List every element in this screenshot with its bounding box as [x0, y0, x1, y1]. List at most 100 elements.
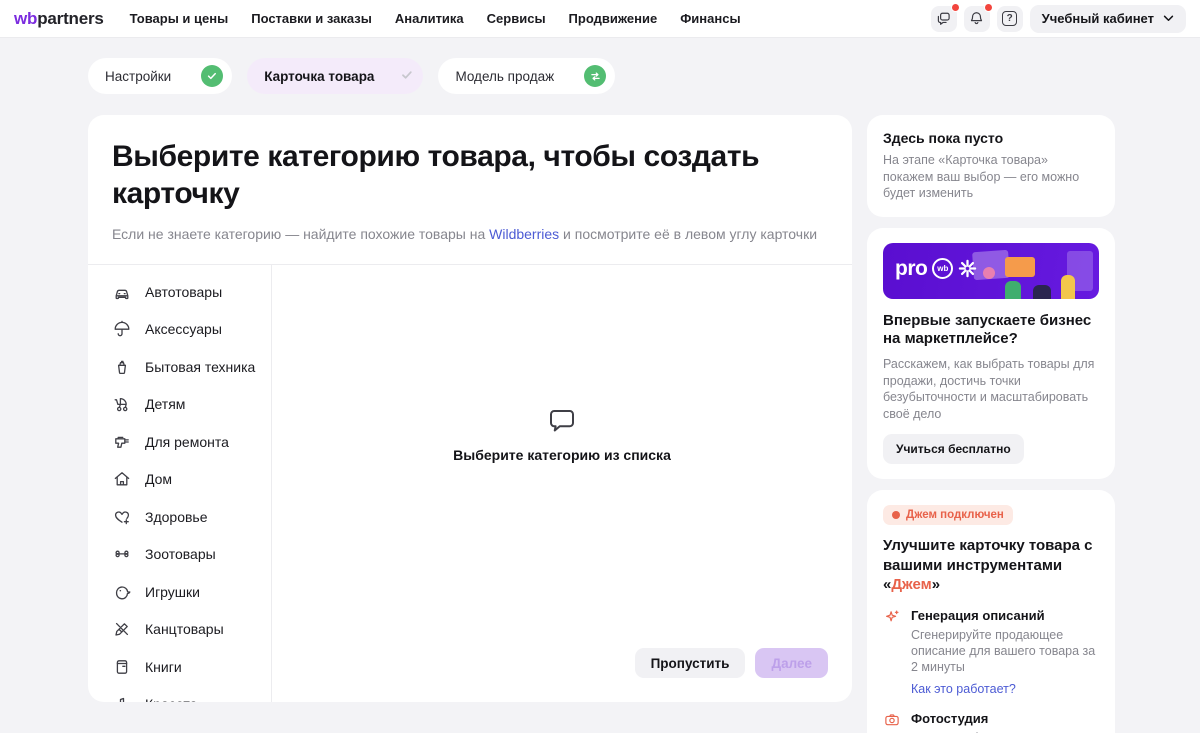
category-item-kids[interactable]: Детям: [88, 386, 271, 424]
category-label: Аксессуары: [145, 321, 222, 337]
category-item-stationery[interactable]: Канцтовары: [88, 611, 271, 649]
tool-body: Генерация описаний Сгенерируйте продающе…: [911, 608, 1099, 699]
chat-notification-dot: [951, 3, 960, 12]
category-item-accessories[interactable]: Аксессуары: [88, 311, 271, 349]
nav-item-supplies-orders[interactable]: Поставки и заказы: [251, 11, 372, 26]
stroller-icon: [112, 394, 132, 414]
category-label: Дом: [145, 471, 172, 487]
jam-tools-card: Джем подключен Улучшите карточку товара …: [867, 490, 1115, 733]
banner-illustration: [1005, 281, 1021, 299]
subtitle-text-after: и посмотрите её в левом углу карточки: [559, 226, 817, 242]
jam-status-badge: Джем подключен: [883, 505, 1013, 525]
jam-title-accent[interactable]: Джем: [891, 576, 931, 593]
notifications-dot: [984, 3, 993, 12]
step-product-card-label: Карточка товара: [264, 69, 374, 84]
empty-state: Выберите категорию из списка: [272, 408, 852, 463]
pro-wb-brand: pro wb: [895, 257, 977, 281]
pro-wb-banner[interactable]: pro wb: [883, 243, 1099, 299]
speech-bubble-icon: [547, 408, 577, 436]
nav-item-finance[interactable]: Финансы: [680, 11, 740, 26]
drill-icon: [112, 432, 132, 452]
wb-partners-page: wbpartners Товары и цены Поставки и зака…: [0, 0, 1200, 733]
check-circle-icon: [201, 65, 223, 87]
house-icon: [112, 469, 132, 489]
bell-icon: [968, 10, 985, 27]
account-label: Учебный кабинет: [1042, 11, 1154, 26]
pro-label: pro: [895, 257, 927, 281]
book-icon: [112, 657, 132, 677]
chat-button[interactable]: [931, 6, 957, 32]
category-selection-card: Выберите категорию товара, чтобы создать…: [88, 115, 852, 702]
how-it-works-link[interactable]: Как это работает?: [911, 682, 1016, 696]
step-sales-model[interactable]: Модель продаж: [438, 58, 615, 94]
tool-title: Фотостудия: [911, 711, 1099, 726]
lipstick-icon: [112, 694, 132, 702]
logo-wb: wb: [14, 9, 37, 29]
category-item-health[interactable]: Здоровье: [88, 498, 271, 536]
nav-item-promotion[interactable]: Продвижение: [569, 11, 658, 26]
banner-illustration: [983, 267, 995, 279]
category-label: Бытовая техника: [145, 359, 255, 375]
step-product-card[interactable]: Карточка товара: [247, 58, 423, 94]
logo-partners: partners: [37, 9, 103, 29]
banner-illustration: [1061, 275, 1075, 299]
category-item-repair[interactable]: Для ремонта: [88, 423, 271, 461]
category-item-home[interactable]: Дом: [88, 461, 271, 499]
skip-button[interactable]: Пропустить: [635, 648, 746, 678]
onboarding-steps: Настройки Карточка товара Модель продаж: [88, 58, 615, 94]
account-dropdown[interactable]: Учебный кабинет: [1030, 5, 1186, 33]
category-label: Канцтовары: [145, 621, 224, 637]
pencil-ruler-icon: [112, 619, 132, 639]
main-menu: Товары и цены Поставки и заказы Аналитик…: [130, 11, 741, 26]
page-subtitle: Если не знаете категорию — найдите похож…: [112, 226, 828, 242]
category-item-pets[interactable]: Зоотовары: [88, 536, 271, 574]
nav-item-goods-prices[interactable]: Товары и цены: [130, 11, 229, 26]
notifications-button[interactable]: [964, 6, 990, 32]
banner-illustration: [1005, 257, 1035, 277]
category-label: Здоровье: [145, 509, 208, 525]
check-icon: [400, 68, 414, 85]
jam-title-text-after: »: [932, 576, 940, 593]
kettle-icon: [112, 357, 132, 377]
jam-title: Улучшите карточку товара с вашими инстру…: [883, 536, 1099, 595]
right-sidebar: Здесь пока пусто На этапе «Карточка това…: [867, 115, 1115, 733]
category-item-beauty[interactable]: Красота: [88, 686, 271, 703]
nav-item-analytics[interactable]: Аналитика: [395, 11, 464, 26]
nav-item-services[interactable]: Сервисы: [487, 11, 546, 26]
top-nav: wbpartners Товары и цены Поставки и зака…: [0, 0, 1200, 38]
category-browser: Автотовары Аксессуары Бытовая техника Де…: [88, 264, 852, 702]
subtitle-text-before: Если не знаете категорию — найдите похож…: [112, 226, 489, 242]
category-label: Детям: [145, 396, 185, 412]
category-item-toys[interactable]: Игрушки: [88, 573, 271, 611]
help-icon: ?: [1002, 11, 1017, 26]
category-item-appliances[interactable]: Бытовая техника: [88, 348, 271, 386]
preview-card-text: На этапе «Карточка товара» покажем ваш в…: [883, 152, 1099, 202]
promo-card: pro wb Впервые запускаете бизнес на марк…: [867, 228, 1115, 480]
category-item-books[interactable]: Книги: [88, 648, 271, 686]
next-button[interactable]: Далее: [755, 648, 828, 678]
category-content-area: Выберите категорию из списка Пропустить …: [272, 265, 852, 702]
wb-partners-logo[interactable]: wbpartners: [14, 9, 104, 29]
promo-text: Расскажем, как выбрать товары для продаж…: [883, 356, 1099, 422]
duck-icon: [112, 582, 132, 602]
chevron-down-icon: [1163, 15, 1174, 22]
empty-state-text: Выберите категорию из списка: [453, 447, 671, 463]
tool-description-generation: Генерация описаний Сгенерируйте продающе…: [883, 608, 1099, 699]
wb-circle-logo: wb: [932, 258, 953, 279]
page-title: Выберите категорию товара, чтобы создать…: [112, 139, 828, 213]
banner-illustration: [1033, 285, 1051, 299]
learn-free-button[interactable]: Учиться бесплатно: [883, 434, 1024, 464]
tool-photo-studio: Фотостудия Загрузите фото одежды, а наша…: [883, 711, 1099, 733]
status-dot-icon: [892, 511, 900, 519]
nav-right-controls: ? Учебный кабинет: [931, 5, 1186, 33]
jam-badge-label: Джем подключен: [906, 509, 1004, 521]
step-settings[interactable]: Настройки: [88, 58, 232, 94]
category-item-auto[interactable]: Автотовары: [88, 273, 271, 311]
chat-icon: [935, 10, 952, 27]
tool-body: Фотостудия Загрузите фото одежды, а наша…: [911, 711, 1099, 733]
bone-icon: [112, 544, 132, 564]
help-button[interactable]: ?: [997, 6, 1023, 32]
umbrella-icon: [112, 319, 132, 339]
wildberries-link[interactable]: Wildberries: [489, 226, 559, 242]
tool-title: Генерация описаний: [911, 608, 1099, 623]
